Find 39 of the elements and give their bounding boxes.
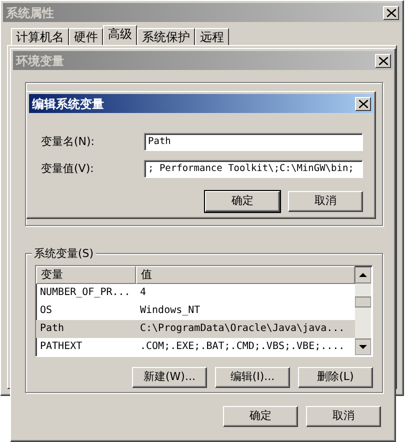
tab[interactable]: 计算机名: [11, 28, 69, 45]
window-title: 编辑系统变量: [32, 96, 104, 112]
table-cell-text: C:\ProgramData\Oracle\Java\java...: [139, 322, 345, 336]
table-cell-text: PATHEXT: [39, 340, 84, 354]
close-icon: [378, 56, 388, 64]
table-cell-text: OS: [39, 304, 54, 318]
column-header[interactable]: 变量: [36, 266, 136, 284]
field-label: 变量名(N):: [41, 134, 96, 150]
table-row[interactable]: PATHEXT .COM;.EXE;.BAT;.CMD;.VBS;.VBE;....: [36, 338, 355, 356]
tab[interactable]: 系统保护: [137, 28, 195, 45]
dialog-button[interactable]: 确定: [223, 406, 298, 427]
dialog-button[interactable]: 删除(L): [298, 367, 373, 388]
scrollbar-drawing[interactable]: [355, 267, 371, 355]
table-cell-text: Windows_NT: [139, 304, 200, 318]
tab[interactable]: 远程: [195, 28, 229, 45]
dialog-button[interactable]: 取消: [288, 191, 363, 212]
table-cell-text: Path: [39, 322, 66, 336]
dialog-button[interactable]: 确定: [205, 191, 280, 212]
dialog-button[interactable]: 取消: [306, 406, 381, 427]
input-field[interactable]: ; Performance Toolkit\;C:\MinGW\bin;: [144, 160, 363, 178]
close-icon: [358, 100, 368, 108]
tab[interactable]: 硬件: [69, 28, 103, 45]
field-label: 变量值(V):: [41, 160, 95, 177]
input-field[interactable]: Path: [144, 133, 363, 151]
table-row[interactable]: OS Windows_NT: [36, 302, 355, 320]
tab[interactable]: 高级: [103, 25, 137, 45]
window-title: 系统属性: [6, 4, 54, 22]
table-row[interactable]: Path C:\ProgramData\Oracle\Java\java...: [36, 320, 355, 338]
close-button[interactable]: [375, 54, 391, 68]
dialog-button[interactable]: 编辑(I)...: [215, 367, 290, 388]
close-button[interactable]: [383, 6, 399, 20]
table-cell-text: 4: [139, 286, 146, 300]
table-row[interactable]: NUMBER_OF_PR... 4: [36, 284, 355, 302]
table-cell-text: NUMBER_OF_PR...: [39, 286, 132, 300]
close-button[interactable]: [355, 96, 371, 110]
table-cell-text: .COM;.EXE;.BAT;.CMD;.VBS;.VBE;....: [139, 340, 345, 354]
close-icon: [386, 8, 396, 16]
window-title: 环境变量: [16, 52, 64, 70]
dialog-button[interactable]: 新建(W)...: [132, 367, 207, 388]
